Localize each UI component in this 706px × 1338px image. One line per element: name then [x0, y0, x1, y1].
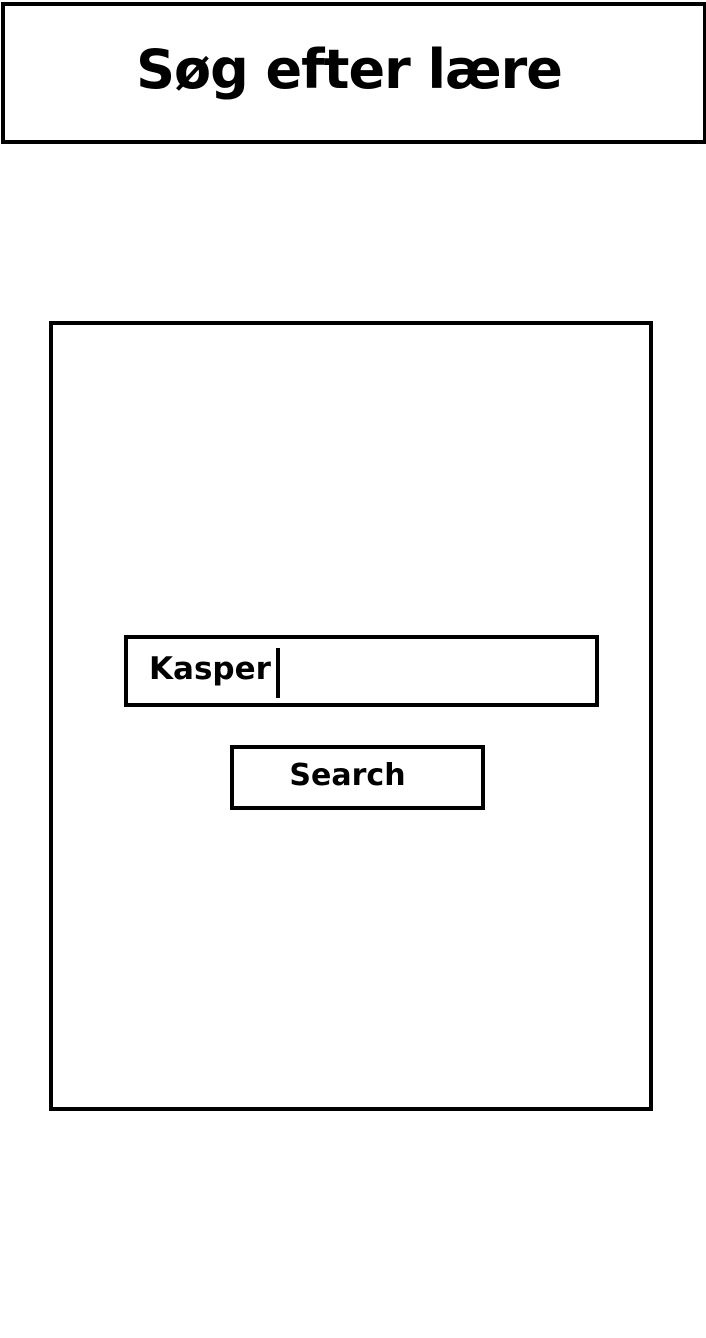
search-button-label: Search — [289, 757, 406, 793]
search-input[interactable]: Kasper — [124, 635, 599, 707]
search-button[interactable]: Search — [230, 745, 485, 810]
page-header: Søg efter lære — [1, 2, 706, 144]
search-input-value: Kasper — [149, 650, 271, 687]
search-panel: Kasper Search — [49, 321, 653, 1111]
text-cursor — [275, 648, 280, 698]
page-title: Søg efter lære — [136, 38, 563, 101]
